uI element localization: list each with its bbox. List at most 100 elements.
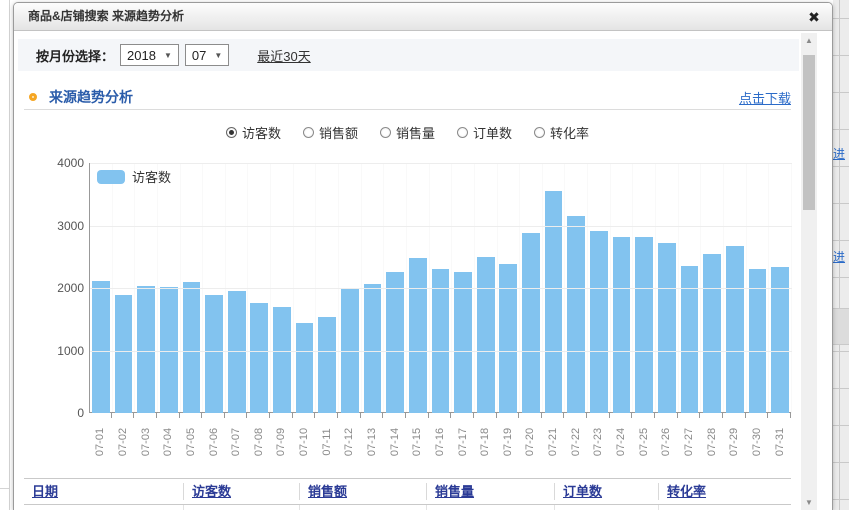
x-axis-tick — [134, 413, 157, 418]
x-axis-label: 07-23 — [587, 419, 610, 465]
x-axis-label: 07-26 — [655, 419, 678, 465]
chart-bar — [522, 233, 540, 413]
month-select[interactable]: 07 ▼ — [185, 44, 229, 66]
table-header-link[interactable]: 销售额 — [308, 484, 347, 499]
background-row-divider — [833, 462, 849, 463]
x-axis-tick — [587, 413, 610, 418]
chart-bar — [635, 237, 653, 413]
x-axis-tick — [202, 413, 225, 418]
x-axis-label: 07-16 — [429, 419, 452, 465]
background-partial-link: 进 — [833, 145, 845, 162]
download-link[interactable]: 点击下载 — [739, 88, 791, 107]
chart-bar — [296, 323, 314, 413]
table-cell — [300, 505, 427, 510]
close-icon[interactable]: ✖ — [804, 7, 824, 27]
y-axis-tick-label: 4000 — [42, 156, 84, 170]
background-row-divider — [833, 92, 849, 93]
table-row — [24, 505, 791, 510]
recent-30-days-link[interactable]: 最近30天 — [257, 46, 310, 65]
x-axis-label: 07-27 — [678, 419, 701, 465]
x-axis-label: 07-08 — [247, 419, 270, 465]
x-axis-tick — [632, 413, 655, 418]
chart-bar — [183, 282, 201, 413]
x-axis-label: 07-07 — [225, 419, 248, 465]
x-axis-tick — [497, 413, 520, 418]
chart-bar — [115, 295, 133, 413]
x-axis-label: 07-18 — [474, 419, 497, 465]
x-axis-tick — [768, 413, 791, 418]
radio-icon[interactable] — [380, 127, 391, 138]
table-header-link[interactable]: 销售量 — [435, 484, 474, 499]
metric-radio-转化率[interactable]: 转化率 — [534, 123, 589, 142]
x-axis-label: 07-11 — [315, 419, 338, 465]
year-select[interactable]: 2018 ▼ — [120, 44, 179, 66]
metric-radio-label: 销售额 — [319, 123, 358, 142]
dialog-title: 商品&店铺搜索 来源趋势分析 — [14, 3, 184, 30]
background-row-divider — [833, 129, 849, 130]
x-axis-tick — [451, 413, 474, 418]
radio-icon[interactable] — [303, 127, 314, 138]
x-axis-tick — [112, 413, 135, 418]
radio-icon[interactable] — [457, 127, 468, 138]
y-axis-tick-label: 2000 — [42, 281, 84, 295]
x-axis-tick — [519, 413, 542, 418]
table-cell — [24, 505, 184, 510]
x-axis-tick — [315, 413, 338, 418]
table-header-link[interactable]: 转化率 — [667, 484, 706, 499]
chart-bar — [590, 231, 608, 413]
scrollbar-down-icon[interactable]: ▼ — [801, 495, 817, 510]
x-axis-label: 07-29 — [723, 419, 746, 465]
scrollbar-up-icon[interactable]: ▲ — [801, 33, 817, 48]
metric-radio-访客数[interactable]: 访客数 — [226, 123, 281, 142]
x-axis-label: 07-15 — [406, 419, 429, 465]
chart-bar — [273, 307, 291, 413]
scrollbar-thumb[interactable] — [803, 55, 815, 210]
month-filter-label: 按月份选择： — [36, 46, 114, 65]
x-axis-tick — [678, 413, 701, 418]
metric-radio-label: 访客数 — [242, 123, 281, 142]
chart-bar — [658, 243, 676, 413]
table-header-销售量: 销售量 — [427, 483, 555, 500]
x-axis-tick — [700, 413, 723, 418]
metric-radio-订单数[interactable]: 订单数 — [457, 123, 512, 142]
x-axis-tick — [383, 413, 406, 418]
table-cell — [184, 505, 300, 510]
chart-bar — [250, 303, 268, 413]
month-filter-row: 按月份选择： 2018 ▼ 07 ▼ 最近30天 — [18, 39, 799, 71]
x-axis-label: 07-31 — [768, 419, 791, 465]
table-header-link[interactable]: 日期 — [32, 484, 58, 499]
metric-radio-label: 订单数 — [473, 123, 512, 142]
table-header-link[interactable]: 订单数 — [563, 484, 602, 499]
legend-swatch — [97, 170, 125, 184]
x-axis-tick — [180, 413, 203, 418]
table-header-link[interactable]: 访客数 — [192, 484, 231, 499]
chart-bar — [749, 269, 767, 413]
table-cell — [555, 505, 659, 510]
chart-gridline — [90, 226, 792, 227]
radio-icon[interactable] — [534, 127, 545, 138]
scrollbar-track[interactable]: ▲ ▼ — [801, 33, 817, 510]
metric-radio-销售额[interactable]: 销售额 — [303, 123, 358, 142]
bullet-circle-icon — [29, 93, 37, 101]
x-axis-label: 07-05 — [180, 419, 203, 465]
metric-radio-销售量[interactable]: 销售量 — [380, 123, 435, 142]
x-axis-label: 07-10 — [293, 419, 316, 465]
chart-bar — [545, 191, 563, 413]
chart-bar — [567, 216, 585, 413]
metric-radio-label: 转化率 — [550, 123, 589, 142]
chart-gridline — [90, 163, 792, 164]
chart-x-axis-labels: 07-0107-0207-0307-0407-0507-0607-0707-08… — [89, 419, 791, 465]
radio-icon[interactable] — [226, 127, 237, 138]
table-header-访客数: 访客数 — [184, 483, 300, 500]
chart-bar — [92, 281, 110, 413]
chart-bar — [726, 246, 744, 414]
x-axis-tick — [723, 413, 746, 418]
month-select-value: 07 — [192, 48, 206, 63]
chart-gridline — [90, 351, 792, 352]
chart-bar — [454, 272, 472, 413]
background-row-divider — [833, 240, 849, 241]
section-divider — [24, 109, 791, 110]
metric-radio-label: 销售量 — [396, 123, 435, 142]
background-partial-link: 进 — [833, 248, 845, 265]
table-header-销售额: 销售额 — [300, 483, 427, 500]
